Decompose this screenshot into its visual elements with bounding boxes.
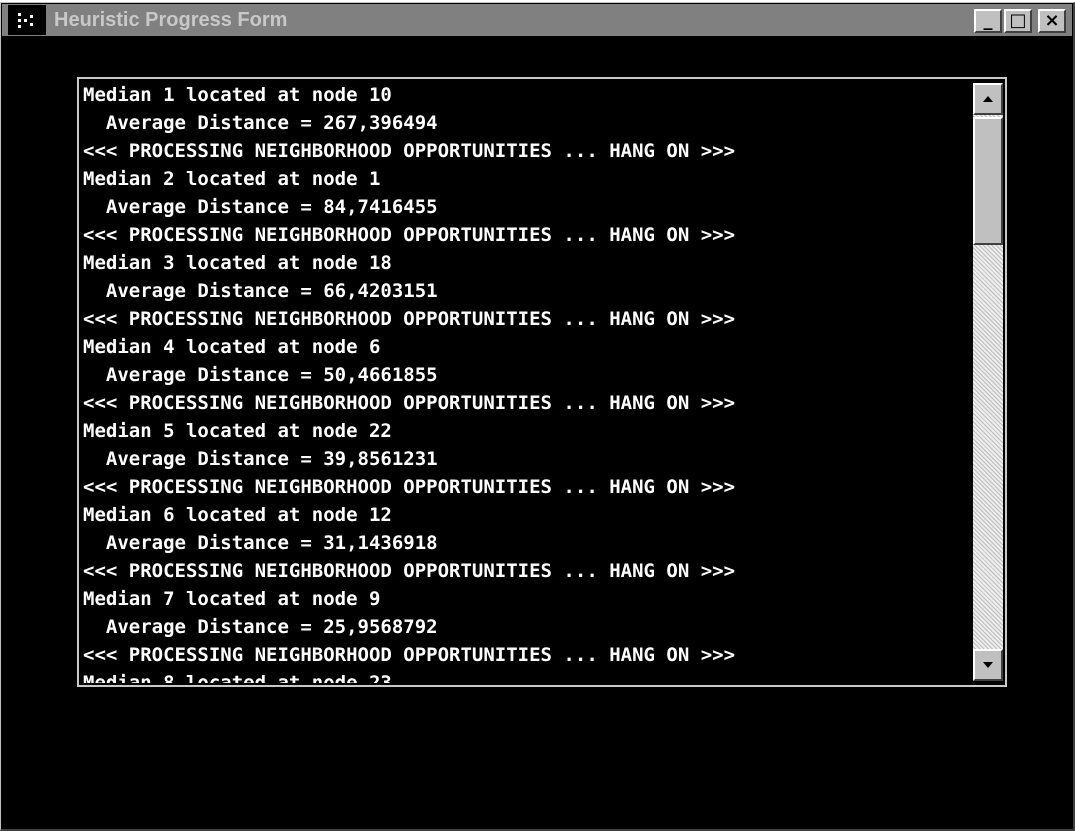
console-line: Median 4 located at node 6 [83,336,381,358]
console-line: <<< PROCESSING NEIGHBORHOOD OPPORTUNITIE… [83,476,736,498]
console-line: Average Distance = 50,4661855 [83,364,438,386]
console-line: <<< PROCESSING NEIGHBORHOOD OPPORTUNITIE… [83,560,736,582]
console-line: Average Distance = 66,4203151 [83,280,438,302]
window-controls: _ □ × [974,9,1066,33]
minimize-icon: _ [983,10,993,31]
console-line: <<< PROCESSING NEIGHBORHOOD OPPORTUNITIE… [83,308,736,330]
app-icon[interactable] [8,5,46,35]
title-bar[interactable]: Heuristic Progress Form _ □ × [2,4,1072,36]
console-line: Average Distance = 267,396494 [83,112,438,134]
maximize-button[interactable]: □ [1004,9,1032,33]
console-line: Average Distance = 31,1436918 [83,532,438,554]
console-line: Average Distance = 84,7416455 [83,196,438,218]
console-line: Median 6 located at node 12 [83,504,392,526]
progress-output-panel[interactable]: Median 1 located at node 10 Average Dist… [77,77,1007,687]
scroll-down-button[interactable] [973,649,1003,681]
console-line: Average Distance = 25,9568792 [83,616,438,638]
scroll-down-icon [983,662,993,668]
progress-output-text: Median 1 located at node 10 Average Dist… [83,81,967,683]
close-icon: × [1044,10,1060,31]
minimize-button[interactable]: _ [974,9,1002,33]
console-line: Median 1 located at node 10 [83,84,392,106]
close-button[interactable]: × [1038,9,1066,33]
console-line: <<< PROCESSING NEIGHBORHOOD OPPORTUNITIE… [83,140,736,162]
scrollbar-thumb[interactable] [973,117,1003,245]
console-line: Median 8 located at node 23 [83,672,392,683]
console-line: Median 7 located at node 9 [83,588,381,610]
window-title: Heuristic Progress Form [54,8,288,31]
console-line: Median 5 located at node 22 [83,420,392,442]
console-line: Median 3 located at node 18 [83,252,392,274]
scroll-up-button[interactable] [973,83,1003,115]
console-line: Average Distance = 39,8561231 [83,448,438,470]
maximize-icon: □ [1009,10,1027,31]
console-line: Median 2 located at node 1 [83,168,381,190]
console-line: <<< PROCESSING NEIGHBORHOOD OPPORTUNITIE… [83,392,736,414]
heuristic-progress-window: Heuristic Progress Form _ □ × Median 1 l… [0,2,1075,831]
scroll-up-icon [983,96,993,102]
vertical-scrollbar[interactable] [973,83,1003,681]
console-line: <<< PROCESSING NEIGHBORHOOD OPPORTUNITIE… [83,224,736,246]
console-line: <<< PROCESSING NEIGHBORHOOD OPPORTUNITIE… [83,644,736,666]
